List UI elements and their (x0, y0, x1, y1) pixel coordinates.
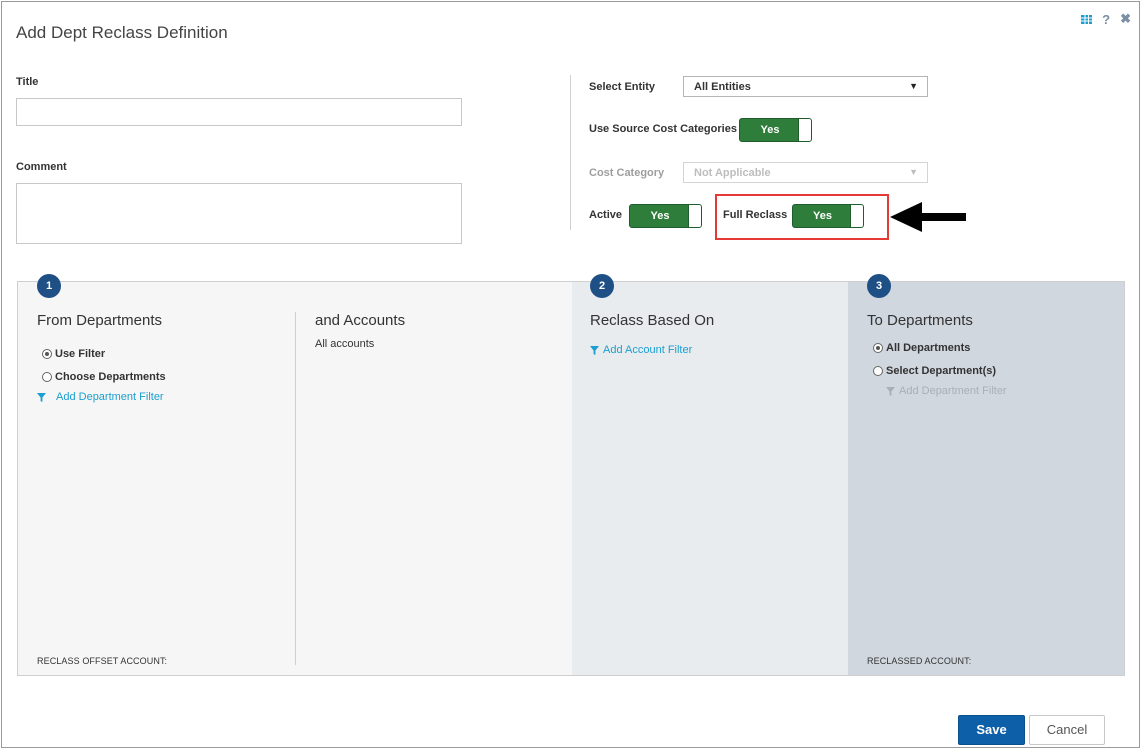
use-source-cost-label: Use Source Cost Categories (589, 123, 737, 135)
add-dept-reclass-dialog: Add Dept Reclass Definition ? ✖ Title Co… (1, 1, 1140, 748)
filter-icon (590, 345, 599, 355)
active-label: Active (589, 209, 623, 221)
cancel-button[interactable]: Cancel (1029, 715, 1105, 745)
column-divider (295, 312, 296, 665)
add-department-filter-disabled-link: Add Department Filter (886, 385, 1007, 397)
close-icon[interactable]: ✖ (1120, 11, 1131, 27)
add-account-filter-text: Add Account Filter (603, 344, 693, 356)
comment-label: Comment (16, 161, 67, 173)
cost-category-dropdown: Not Applicable ▼ (683, 162, 928, 183)
to-departments-section (848, 282, 1124, 675)
title-label: Title (16, 76, 39, 88)
active-toggle[interactable]: Yes (629, 204, 702, 228)
toggle-knob (798, 119, 811, 141)
reclass-based-on-title: Reclass Based On (590, 312, 715, 329)
use-filter-radio[interactable]: Use Filter (42, 348, 105, 360)
table-view-icon[interactable] (1081, 14, 1093, 24)
dropdown-arrow-icon: ▼ (909, 81, 918, 91)
from-departments-title: From Departments (37, 312, 163, 329)
toggle-knob (688, 205, 701, 227)
select-entity-dropdown[interactable]: All Entities ▼ (683, 76, 928, 97)
help-icon[interactable]: ? (1102, 12, 1110, 27)
add-account-filter-link[interactable]: Add Account Filter (590, 344, 692, 356)
reclass-offset-account-label: RECLASS OFFSET ACCOUNT: (37, 656, 168, 666)
and-accounts-title: and Accounts (315, 312, 406, 329)
add-department-filter-link[interactable]: Add Department Filter (37, 391, 164, 403)
add-department-filter-text: Add Department Filter (56, 391, 164, 403)
cost-category-value: Not Applicable (694, 167, 771, 179)
left-arrow-annotation-icon (890, 202, 966, 232)
use-source-cost-toggle-text: Yes (760, 124, 780, 136)
reclass-based-on-section (572, 282, 848, 675)
save-button[interactable]: Save (958, 715, 1025, 745)
step-3-badge: 3 (867, 274, 891, 298)
use-filter-label: Use Filter (55, 348, 106, 360)
radio-checked-icon (42, 349, 52, 359)
choose-departments-radio[interactable]: Choose Departments (42, 371, 166, 383)
add-department-filter-disabled-text: Add Department Filter (899, 385, 1007, 397)
dropdown-arrow-icon: ▼ (909, 167, 918, 177)
all-accounts-text: All accounts (315, 338, 375, 350)
step-1-badge: 1 (37, 274, 61, 298)
to-departments-title: To Departments (867, 312, 973, 329)
radio-checked-icon (873, 343, 883, 353)
active-toggle-text: Yes (650, 210, 670, 222)
radio-unchecked-icon (42, 372, 52, 382)
form-divider (570, 75, 571, 230)
reclass-sections-panel: 1 From Departments Use Filter Choose Dep… (17, 274, 1125, 676)
toggle-knob (850, 205, 863, 227)
choose-departments-label: Choose Departments (55, 371, 166, 383)
select-departments-radio[interactable]: Select Department(s) (873, 365, 996, 377)
all-departments-radio[interactable]: All Departments (873, 342, 970, 354)
use-source-cost-toggle[interactable]: Yes (739, 118, 812, 142)
select-entity-label: Select Entity (589, 81, 656, 93)
step-2-badge: 2 (590, 274, 614, 298)
cost-category-label: Cost Category (589, 167, 665, 179)
select-entity-value: All Entities (694, 81, 751, 93)
full-reclass-label: Full Reclass (723, 209, 788, 221)
title-input[interactable] (16, 98, 462, 126)
radio-unchecked-icon (873, 366, 883, 376)
dialog-title: Add Dept Reclass Definition (16, 23, 228, 42)
filter-icon (37, 392, 46, 402)
dialog-toolbar: ? ✖ (1081, 11, 1131, 27)
all-departments-label: All Departments (886, 342, 971, 354)
filter-icon (886, 386, 895, 396)
full-reclass-toggle[interactable]: Yes (792, 204, 864, 228)
reclassed-account-label: RECLASSED ACCOUNT: (867, 656, 972, 666)
select-departments-label: Select Department(s) (886, 365, 997, 377)
comment-textarea[interactable] (16, 183, 462, 244)
full-reclass-toggle-text: Yes (813, 210, 832, 222)
